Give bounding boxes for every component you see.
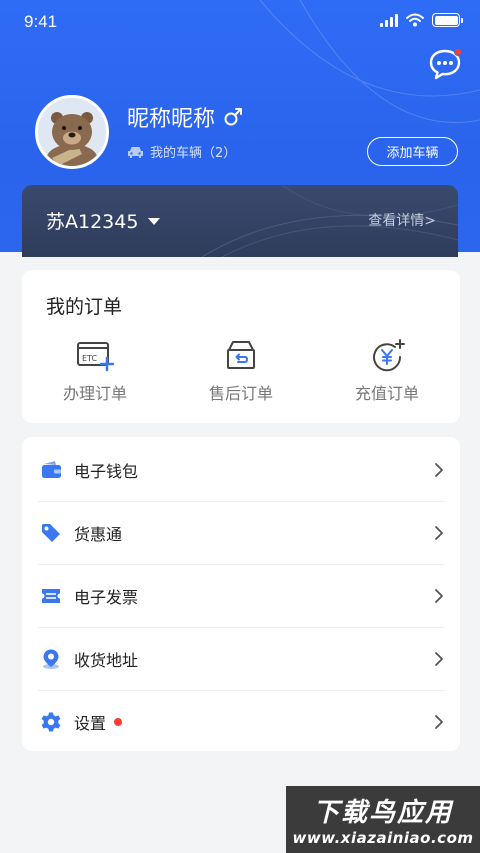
plate-card: 苏A12345 查看详情> xyxy=(22,185,458,257)
orders-title: 我的订单 xyxy=(46,296,123,318)
plate-number: 苏A12345 xyxy=(46,211,139,233)
watermark-title: 下载鸟应用 xyxy=(312,798,453,828)
orders-items: ETC 办理订单 售后订单 充值订单 xyxy=(22,338,460,404)
chevron-right-icon xyxy=(435,652,443,666)
ticket-icon xyxy=(42,589,60,603)
gear-icon xyxy=(41,712,61,732)
chevron-right-icon xyxy=(435,526,443,540)
menu-item-address[interactable]: 收货地址 xyxy=(38,628,444,690)
male-icon xyxy=(224,108,243,126)
menu-item-invoice[interactable]: 电子发票 xyxy=(38,565,444,627)
cellular-signal-icon xyxy=(380,13,398,27)
nickname: 昵称昵称 xyxy=(127,107,216,132)
message-unread-badge xyxy=(454,48,462,56)
order-item-aftersale[interactable]: 售后订单 xyxy=(168,338,314,404)
status-icons xyxy=(380,13,463,27)
bear-avatar-icon xyxy=(38,98,106,166)
order-label-recharge: 充值订单 xyxy=(354,384,419,403)
orders-card: 我的订单 ETC 办理订单 售后订单 充值订单 xyxy=(22,270,460,423)
menu-label-huohuitong: 货惠通 xyxy=(74,525,123,544)
menu-label-settings: 设置 xyxy=(74,714,107,733)
watermark: 下载鸟应用 www.xiazainiao.com xyxy=(286,786,480,853)
nickname-row: 昵称昵称 xyxy=(127,101,243,133)
menu-item-wallet[interactable]: 电子钱包 xyxy=(38,439,444,501)
status-bar: 9:41 xyxy=(0,0,480,44)
view-details-link[interactable]: 查看详情> xyxy=(368,210,436,230)
chevron-right-icon xyxy=(435,463,443,477)
order-label-apply: 办理订单 xyxy=(62,384,127,403)
menu-item-huohuitong[interactable]: 货惠通 xyxy=(38,502,444,564)
yuan-recharge-icon xyxy=(372,339,405,372)
vehicles-count-text: 我的车辆（2） xyxy=(150,146,237,161)
battery-icon xyxy=(432,13,463,27)
plate-selector[interactable]: 苏A12345 xyxy=(46,207,161,234)
tag-icon xyxy=(42,524,60,542)
return-box-icon xyxy=(226,341,255,369)
location-icon xyxy=(43,649,59,669)
menu-card: 电子钱包 货惠通 电子发票 收货地址 设置 xyxy=(22,437,460,751)
wallet-icon xyxy=(42,461,61,478)
caret-down-icon xyxy=(148,218,161,225)
menu-label-address: 收货地址 xyxy=(74,651,139,670)
my-vehicles-link[interactable]: 我的车辆（2） xyxy=(127,142,236,161)
profile-screen: 9:41 昵称昵称 我的车辆（2） 添加车辆 苏A12345 查看详情> 我的订… xyxy=(0,0,480,853)
menu-label-invoice: 电子发票 xyxy=(74,588,139,607)
chevron-right-icon xyxy=(435,589,443,603)
wifi-icon xyxy=(406,13,424,27)
add-vehicle-button[interactable]: 添加车辆 xyxy=(367,137,458,166)
watermark-url: www.xiazainiao.com xyxy=(292,829,474,847)
settings-badge xyxy=(114,718,123,726)
order-item-apply[interactable]: ETC 办理订单 xyxy=(22,338,168,404)
menu-label-wallet: 电子钱包 xyxy=(74,462,139,481)
chevron-right-icon xyxy=(435,715,443,729)
car-icon xyxy=(128,146,143,158)
message-button[interactable] xyxy=(428,48,464,82)
order-label-aftersale: 售后订单 xyxy=(208,384,273,403)
svg-text:ETC: ETC xyxy=(82,354,97,363)
status-time: 9:41 xyxy=(24,12,58,31)
etc-card-plus-icon: ETC xyxy=(76,342,115,372)
avatar[interactable] xyxy=(35,95,109,169)
order-item-recharge[interactable]: 充值订单 xyxy=(314,338,460,404)
menu-item-settings[interactable]: 设置 xyxy=(38,691,444,753)
